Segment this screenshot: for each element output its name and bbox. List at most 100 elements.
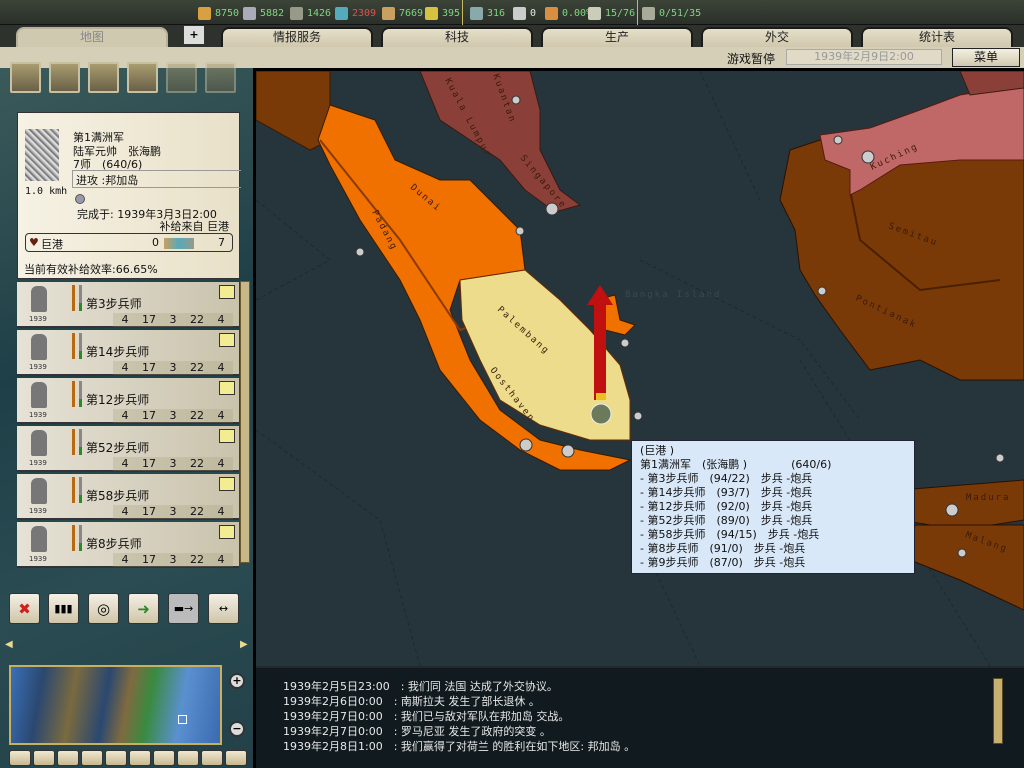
division-row[interactable]: 1939 第14步兵师 4 17 3 22 4 [17,330,239,376]
division-detail-icon[interactable] [219,333,235,347]
add-icon[interactable]: + [183,25,205,45]
port-icon[interactable] [633,411,643,421]
supply-filter-icon[interactable] [153,750,175,766]
division-stat: 4 [113,553,137,567]
organization-bar [79,333,82,359]
division-list-scrollbar[interactable] [240,281,250,563]
division-row[interactable]: 1939 第58步兵师 4 17 3 22 4 [17,474,239,520]
port-icon[interactable] [995,453,1005,463]
land-view-icon[interactable] [10,62,41,93]
tooltip-line: - 第8步兵师 (91/0) 步兵 -炮兵 [640,542,806,555]
log-entry: 1939年2月7日0:00 : 我们已与敌对军队在邦加岛 交战。 [283,710,570,723]
explosion-icon[interactable] [166,62,197,93]
port-icon[interactable] [833,135,843,145]
organization-bar [79,477,82,503]
map-label-madura: Madura [966,493,1011,503]
tab-3[interactable]: 生产 [541,27,693,47]
log-entry: 1939年2月8日1:00 : 我们赢得了对荷兰 的胜利在如下地区: 邦加岛 。 [283,740,636,753]
division-detail-icon[interactable] [219,429,235,443]
division-detail-icon[interactable] [219,525,235,539]
diplomacy-filter-icon[interactable] [201,750,223,766]
minimap[interactable] [9,665,222,745]
unit-counter-icon[interactable] [590,403,612,425]
scroll-right-icon[interactable]: ▶ [240,639,248,650]
split-button[interactable]: ▮▮▮ [48,593,79,624]
division-name: 第14步兵师 [86,345,150,359]
tab-4[interactable]: 外交 [701,27,853,47]
ship-transfer-button[interactable]: ▬→ [168,593,199,624]
division-stat: 4 [113,505,137,519]
tooltip-line: - 第52步兵师 (89/0) 步兵 -炮兵 [640,514,813,527]
division-detail-icon[interactable] [219,285,235,299]
tooltip-line: - 第9步兵师 (87/0) 步兵 -炮兵 [640,556,806,569]
resource-filter-icon[interactable] [105,750,127,766]
tab-0[interactable]: 地图 [16,27,168,47]
political-filter-icon[interactable] [33,750,55,766]
unit-mission: 进攻 :邦加岛 [76,174,139,187]
port-icon[interactable] [511,95,521,105]
navy-icon[interactable] [127,62,158,93]
infrastructure-filter-icon[interactable] [129,750,151,766]
port-icon[interactable] [355,247,365,257]
disband-button[interactable]: ✖ [9,593,40,624]
airbase-icon[interactable] [561,444,575,458]
weather-filter-icon[interactable] [57,750,79,766]
oil-icon [335,6,348,20]
menu-button[interactable]: 菜单 [952,48,1020,67]
tab-2[interactable]: 科技 [381,27,533,47]
province-name: 巨港 [41,238,63,251]
soldier-icon [31,286,47,312]
map-svg[interactable]: Dunai Padang Palembang Oosthaven Kuala L… [256,71,1024,666]
tab-5[interactable]: 统计表 [861,27,1013,47]
minimap-viewport[interactable] [178,715,187,724]
money-icon [425,6,438,20]
division-stat: 22 [185,505,209,519]
target-button[interactable]: ◎ [88,593,119,624]
alliance-filter-icon[interactable] [225,750,247,766]
airbase-icon[interactable] [945,503,959,517]
division-name: 第3步兵师 [86,297,142,311]
province-icon: ♥ [29,236,39,249]
organization-bar [79,429,82,455]
division-year: 1939 [29,459,47,467]
port-icon[interactable] [957,548,967,558]
resource-money: 395 [425,5,460,21]
game-map[interactable]: Dunai Padang Palembang Oosthaven Kuala L… [256,71,1024,666]
resource-value: 2309 [352,7,377,19]
tooltip-line: - 第14步兵师 (93/7) 步兵 -炮兵 [640,486,813,499]
terrain-filter-icon[interactable] [9,750,31,766]
region-filter-icon[interactable] [177,750,199,766]
division-row[interactable]: 1939 第8步兵师 4 17 3 22 4 [17,522,239,568]
army-icon[interactable] [49,62,80,93]
unit-tooltip: (巨港 ) 第1满洲军 (张海鹏 ) (640/6) - 第3步兵师 (94/22)… [631,440,915,574]
division-row[interactable]: 1939 第3步兵师 4 17 3 22 4 [17,282,239,328]
division-detail-icon[interactable] [219,477,235,491]
convoy-view-icon[interactable] [205,62,236,93]
airbase-icon[interactable] [519,438,533,452]
province-madura[interactable] [899,479,1024,531]
zoom-in-icon[interactable]: + [229,673,245,689]
division-stat: 4 [209,553,233,567]
port-icon[interactable] [515,226,525,236]
economy-filter-icon[interactable] [81,750,103,766]
division-stat: 17 [137,361,161,375]
division-row[interactable]: 1939 第12步兵师 4 17 3 22 4 [17,378,239,424]
pause-status: 游戏暂停 [727,52,776,66]
division-row[interactable]: 1939 第52步兵师 4 17 3 22 4 [17,426,239,472]
port-icon[interactable] [817,286,827,296]
supply-transfer-button[interactable]: ➜ [128,593,159,624]
soldier-icon [31,526,47,552]
zoom-out-icon[interactable]: − [229,721,245,737]
division-stat: 22 [185,553,209,567]
exchange-button[interactable]: ↔ [208,593,239,624]
division-stat: 17 [137,457,161,471]
transports-icon [513,6,526,20]
log-scrollbar[interactable] [993,678,1003,744]
tab-1[interactable]: 情报服务 [221,27,373,47]
scroll-left-icon[interactable]: ◀ [5,639,13,650]
port-icon[interactable] [620,338,630,348]
province-box[interactable]: ♥ 巨港 0 7 [25,233,233,252]
air-icon[interactable] [88,62,119,93]
division-detail-icon[interactable] [219,381,235,395]
organization-bar [79,381,82,407]
